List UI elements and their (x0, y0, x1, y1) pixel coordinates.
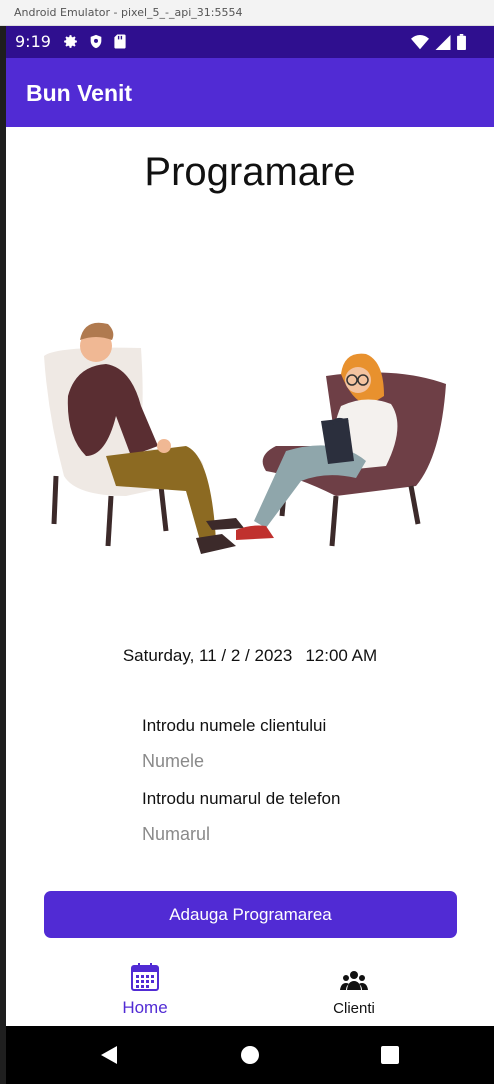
status-time: 9:19 (15, 32, 51, 51)
phone-screen: 9:19 Bun Venit Programare Saturday, 11 /… (6, 26, 494, 1084)
back-icon[interactable] (99, 1045, 119, 1065)
client-name-input[interactable] (136, 745, 376, 777)
phone-number-label: Introdu numarul de telefon (142, 789, 341, 808)
home-icon[interactable] (240, 1045, 260, 1065)
phone-number-input[interactable] (136, 818, 376, 850)
calendar-icon (131, 963, 159, 991)
tab-home-label: Home (122, 998, 168, 1017)
client-name-label: Introdu numele clientului (142, 716, 327, 735)
bottom-tab-bar: Home Clienti (6, 956, 494, 1026)
status-bar: 9:19 (6, 26, 494, 58)
recents-icon[interactable] (381, 1045, 399, 1065)
time-picker[interactable]: 12:00 AM (305, 646, 377, 666)
gear-icon (64, 35, 77, 48)
people-icon (340, 971, 368, 990)
system-navigation-bar (6, 1026, 494, 1084)
signal-icon (435, 34, 451, 50)
shield-icon (90, 34, 102, 49)
wifi-icon (411, 34, 429, 49)
page-title: Programare (144, 150, 356, 194)
tab-clienti-label: Clienti (333, 1000, 375, 1017)
app-bar: Bun Venit (6, 58, 494, 127)
tab-home[interactable]: Home (85, 962, 205, 1018)
sd-card-icon (114, 34, 126, 49)
add-appointment-button[interactable]: Adauga Programarea (44, 891, 457, 938)
battery-icon (457, 34, 466, 50)
date-picker[interactable]: Saturday, 11 / 2 / 2023 (123, 646, 293, 666)
therapy-session-illustration (44, 322, 446, 554)
tab-clienti[interactable]: Clienti (294, 962, 414, 1017)
datetime-row: Saturday, 11 / 2 / 2023 12:00 AM (6, 646, 494, 666)
app-bar-title: Bun Venit (26, 80, 133, 106)
emulator-window-title: Android Emulator - pixel_5_-_api_31:5554 (0, 0, 494, 26)
